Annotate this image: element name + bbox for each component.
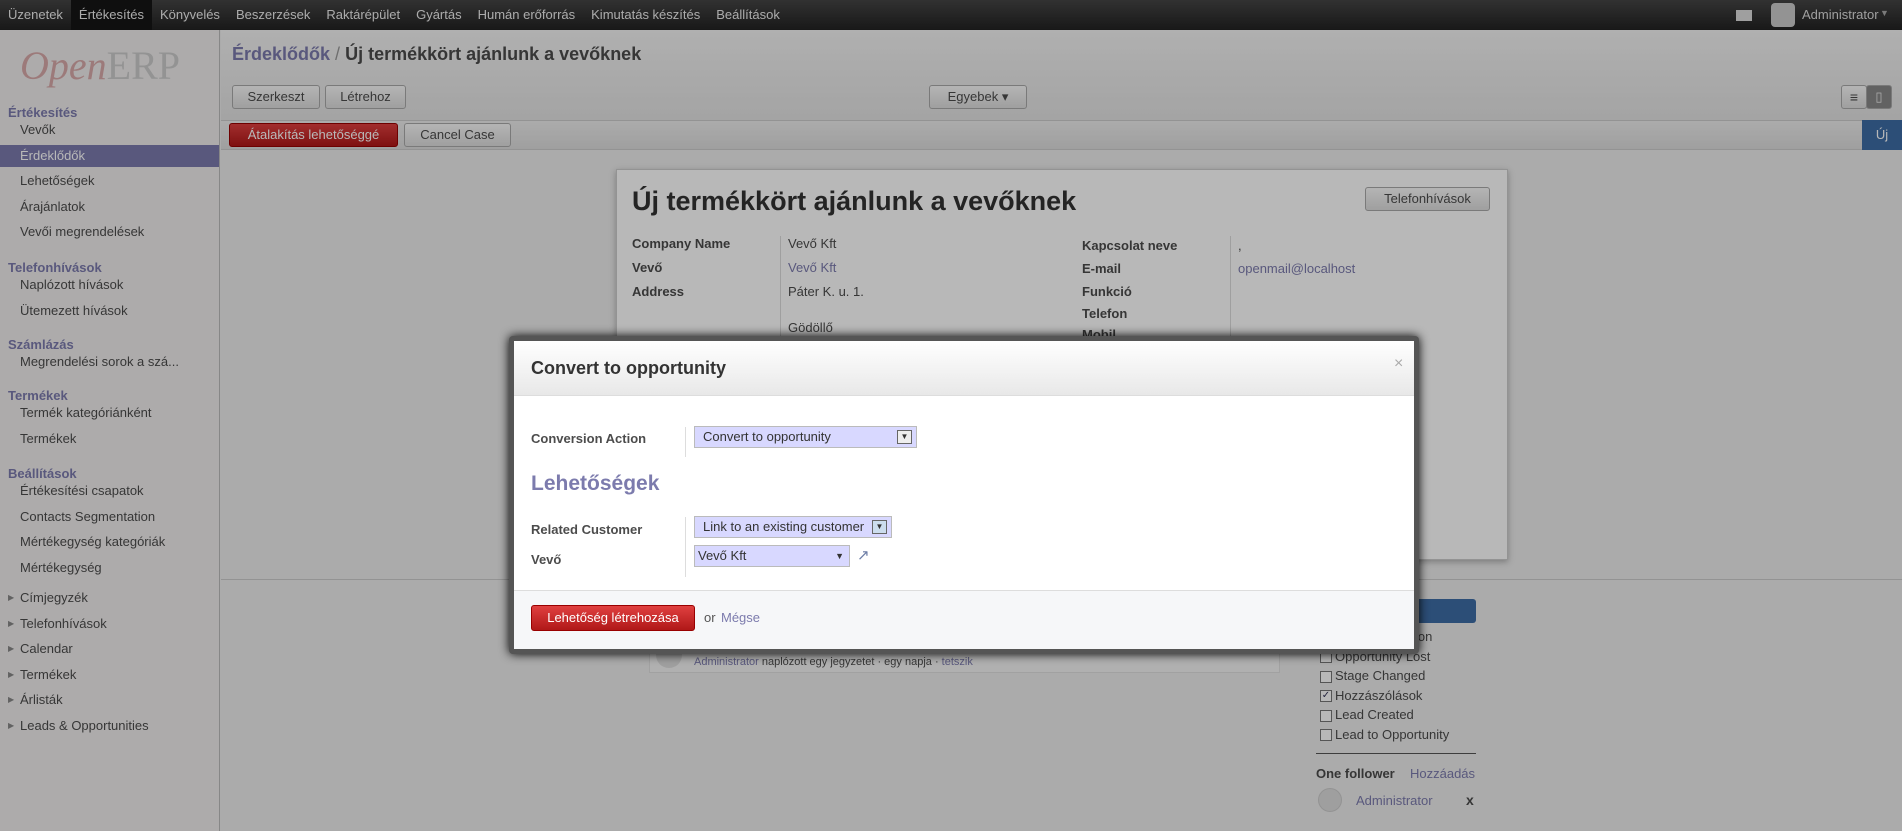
chevron-down-icon: ▼ [897,430,912,444]
customer-label: Vevő [531,552,562,567]
create-opportunity-button[interactable]: Lehetőség létrehozása [531,605,695,631]
related-customer-label: Related Customer [531,522,643,537]
convert-dialog: Convert to opportunity × Conversion Acti… [509,336,1419,654]
or-text: or [704,610,716,625]
related-customer-select[interactable]: Link to an existing customer ▼ [694,516,892,538]
dialog-title: Convert to opportunity [531,358,726,378]
chevron-down-icon: ▼ [835,551,844,561]
close-icon[interactable]: × [1394,355,1403,373]
conversion-action-label: Conversion Action [531,431,647,446]
chevron-down-icon: ▼ [872,520,887,534]
external-link-icon[interactable]: ↗ [857,546,870,564]
cancel-link[interactable]: Mégse [721,610,760,625]
section-title: Lehetőségek [531,472,660,495]
conversion-action-select[interactable]: Convert to opportunity ▼ [694,426,917,448]
customer-select[interactable]: Vevő Kft ▼ [694,545,850,567]
